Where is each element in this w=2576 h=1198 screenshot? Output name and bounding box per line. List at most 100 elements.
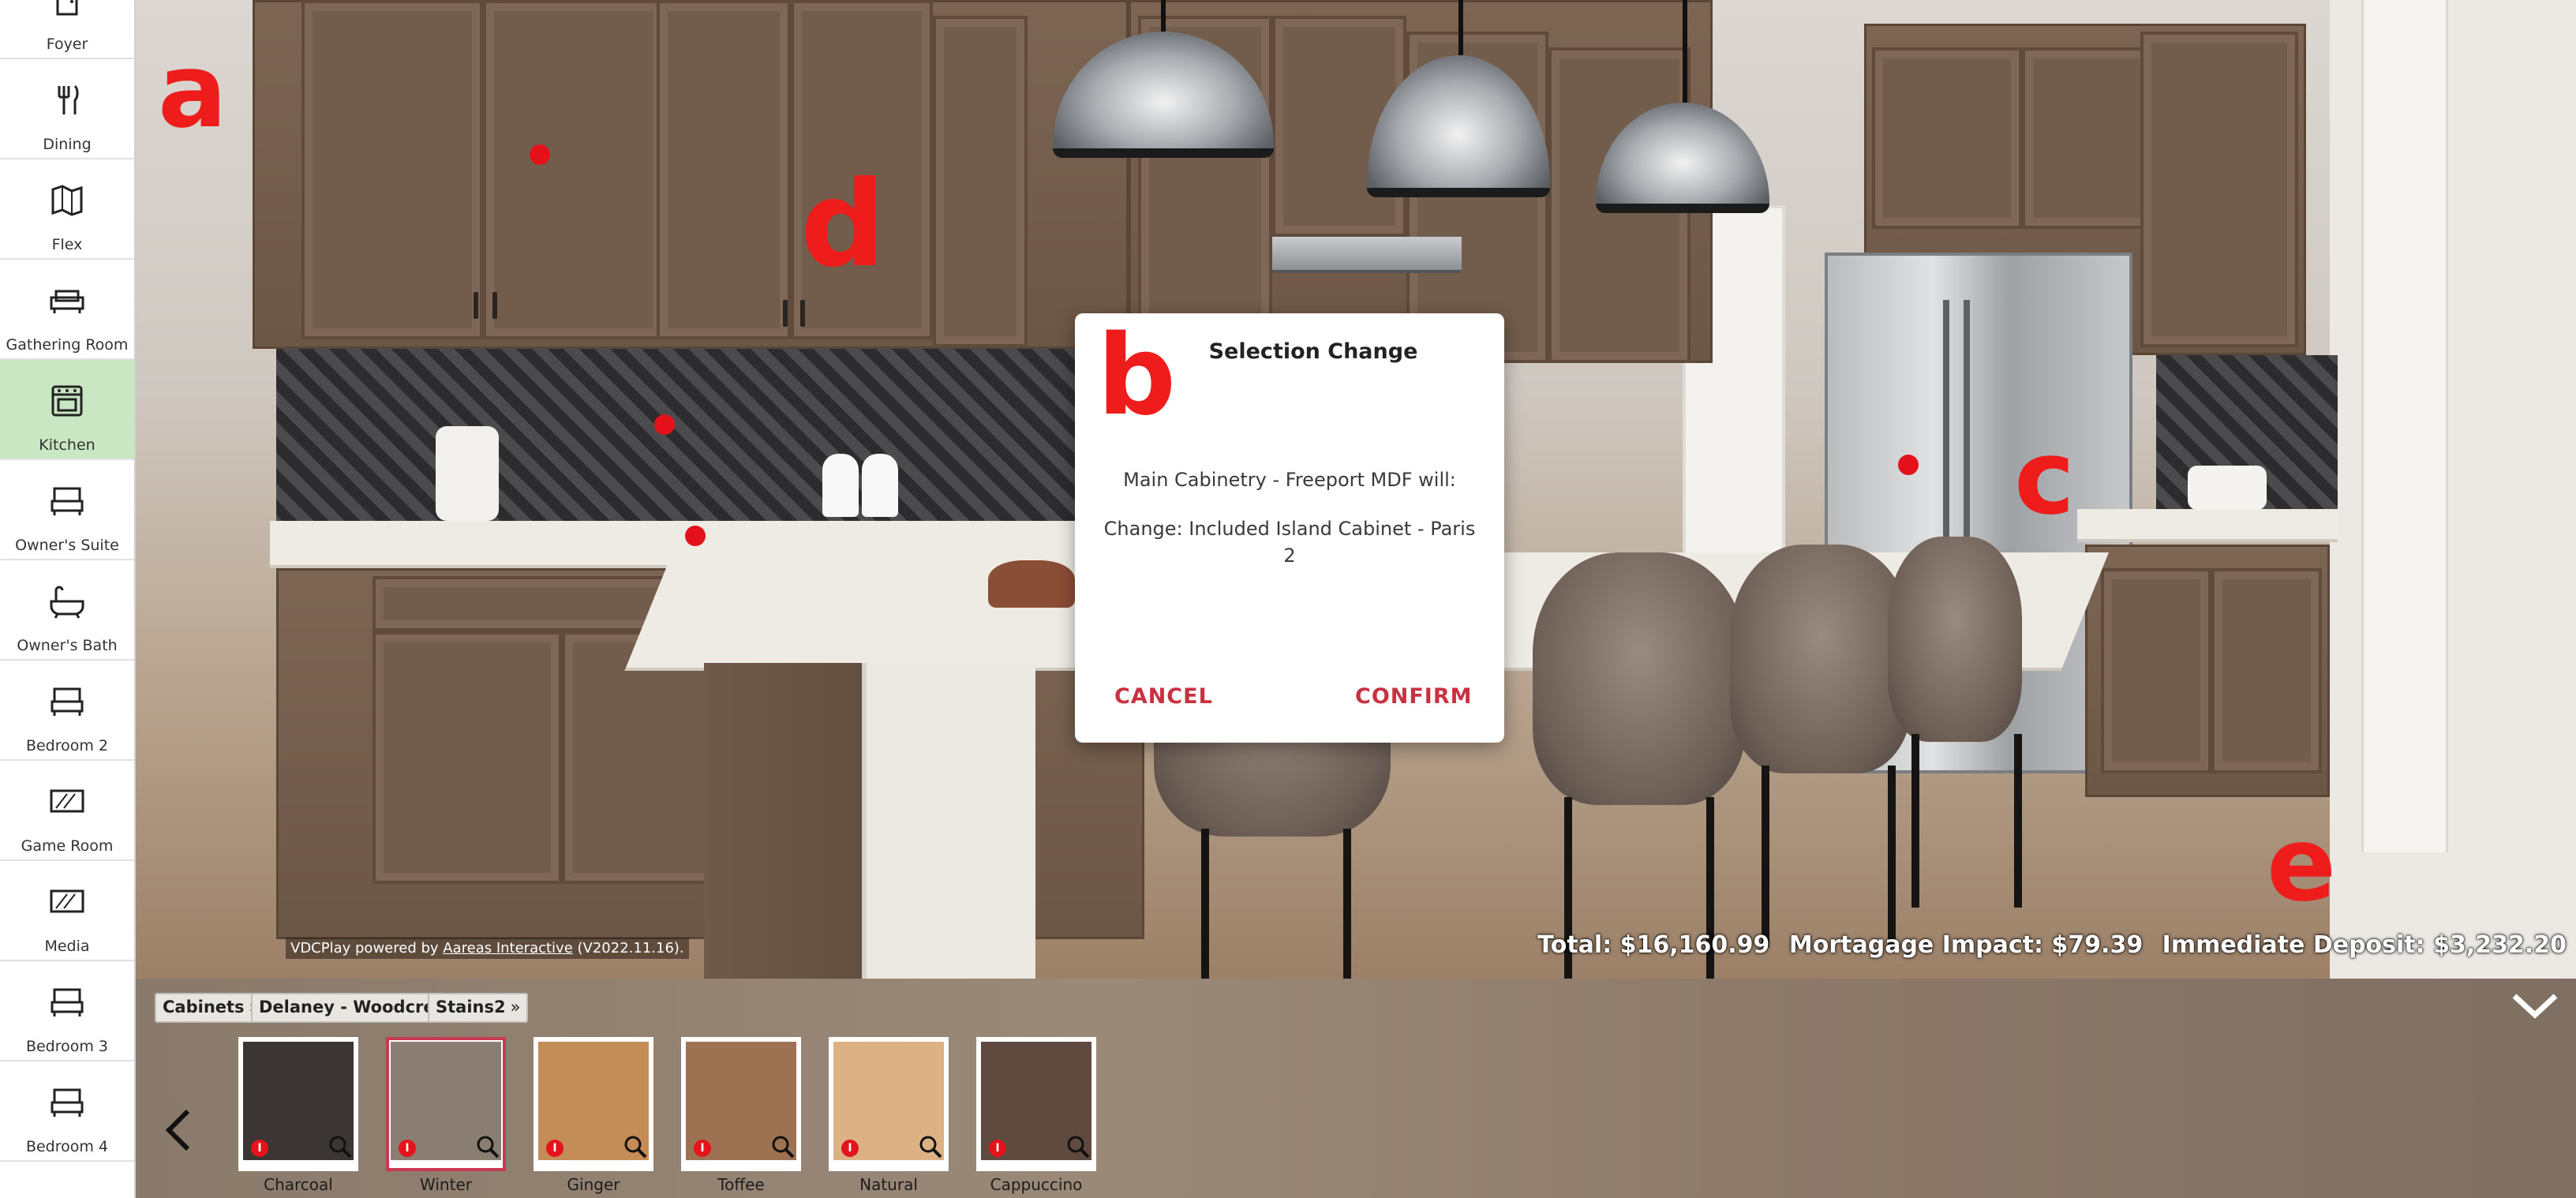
sidebar-item-bedroom-4[interactable]: Bedroom 4 xyxy=(0,1061,134,1162)
swatch-label: Winter xyxy=(420,1175,472,1194)
cabinet-door xyxy=(301,0,483,339)
countertop-right xyxy=(2077,509,2338,542)
bathtub-icon xyxy=(50,586,84,619)
magnifier-icon[interactable] xyxy=(622,1133,649,1160)
info-icon[interactable]: I xyxy=(841,1140,859,1157)
option-selector-bar: Cabinets» Delaney - Woodcrest» Stains2» … xyxy=(136,979,2576,1198)
canister xyxy=(822,454,859,517)
annotation-a: a xyxy=(158,31,227,151)
breadcrumb-stains2[interactable]: Stains2» xyxy=(428,993,529,1023)
island-end-panel xyxy=(862,663,1035,979)
mortgage-impact: Mortagage Impact: $79.39 xyxy=(1788,931,2144,959)
annotation-b: b xyxy=(1097,312,1177,440)
sofa-icon xyxy=(50,290,84,313)
sidebar-item-label: Dining xyxy=(43,136,92,153)
stool-leg xyxy=(1201,829,1209,979)
countertop-hotspot[interactable] xyxy=(685,526,706,546)
info-icon[interactable]: I xyxy=(399,1140,416,1157)
sidebar-item-gathering-room[interactable]: Gathering Room xyxy=(0,260,134,360)
appliance-hotspot[interactable] xyxy=(1898,455,1919,475)
cabinet-door xyxy=(2101,568,2211,773)
tv-icon xyxy=(50,789,84,813)
dialog-change-detail: Change: Included Island Cabinet - Paris … xyxy=(1103,518,1476,567)
fork-knife-icon xyxy=(58,84,79,114)
swatch-natural[interactable]: I Natural xyxy=(829,1037,949,1194)
bar-stool xyxy=(1730,545,1911,773)
cabinet-door xyxy=(933,16,1028,347)
cabinet-door xyxy=(657,0,791,339)
magnifier-icon[interactable] xyxy=(474,1133,501,1160)
magnifier-icon[interactable] xyxy=(917,1133,944,1160)
breadcrumb-label: Delaney - Woodcrest xyxy=(259,998,453,1016)
powered-prefix: VDCPlay powered by xyxy=(290,940,444,957)
cabinet-handle xyxy=(783,300,788,327)
bed-icon xyxy=(51,988,84,1016)
bread-board xyxy=(988,560,1075,608)
immediate-deposit: Immediate Deposit: $3,232.20 xyxy=(2162,931,2567,959)
sidebar-item-label: Game Room xyxy=(21,837,114,855)
swatch-winter[interactable]: I Winter xyxy=(386,1037,506,1194)
annotation-e: e xyxy=(2267,804,2337,924)
swatch-label: Charcoal xyxy=(264,1175,333,1194)
cabinet-hotspot[interactable] xyxy=(530,144,550,165)
double-chevron-icon: » xyxy=(510,998,521,1016)
info-icon[interactable]: I xyxy=(251,1140,268,1157)
powered-by-text: VDCPlay powered by Aareas Interactive (V… xyxy=(286,938,689,959)
bed-icon xyxy=(51,487,84,515)
cancel-button[interactable]: CANCEL xyxy=(1114,684,1213,709)
dialog-message: Main Cabinetry - Freeport MDF will: xyxy=(1123,469,1456,491)
stool-leg xyxy=(1888,766,1896,947)
door-icon xyxy=(56,0,78,16)
coffee-maker xyxy=(436,426,499,521)
bed-icon xyxy=(51,1088,84,1117)
powered-link[interactable]: Aareas Interactive xyxy=(443,940,573,957)
info-icon[interactable]: I xyxy=(694,1140,711,1157)
chevron-left-icon[interactable] xyxy=(163,1106,194,1154)
sidebar-item-owners-suite[interactable]: Owner's Suite xyxy=(0,460,134,560)
cabinet-door xyxy=(2140,32,2298,347)
sidebar-item-bedroom-3[interactable]: Bedroom 3 xyxy=(0,961,134,1061)
magnifier-icon[interactable] xyxy=(1065,1133,1091,1160)
tv-icon xyxy=(50,889,84,913)
sidebar-item-media[interactable]: Media xyxy=(0,861,134,961)
sidebar-item-dining[interactable]: Dining xyxy=(0,59,134,159)
dialog-title: Selection Change xyxy=(1208,339,1418,364)
map-icon xyxy=(51,185,83,216)
sidebar-item-owners-bath[interactable]: Owner's Bath xyxy=(0,560,134,661)
bar-stool xyxy=(1888,537,2022,742)
swatch-ginger[interactable]: I Ginger xyxy=(534,1037,653,1194)
sidebar-item-kitchen[interactable]: Kitchen xyxy=(0,360,134,460)
annotation-c: c xyxy=(2014,417,2076,537)
cabinet-door xyxy=(1872,47,2022,229)
stove-icon xyxy=(51,385,83,417)
sidebar-item-label: Media xyxy=(44,938,90,955)
info-icon[interactable]: I xyxy=(989,1140,1006,1157)
swatch-charcoal[interactable]: I Charcoal xyxy=(238,1037,358,1194)
swatch-label: Ginger xyxy=(567,1175,620,1194)
sidebar-item-foyer[interactable]: Foyer xyxy=(0,0,134,59)
cabinet-handle xyxy=(474,292,478,319)
bed-icon xyxy=(51,687,84,716)
sidebar-item-game-room[interactable]: Game Room xyxy=(0,761,134,861)
sidebar-item-bedroom-2[interactable]: Bedroom 2 xyxy=(0,661,134,761)
magnifier-icon[interactable] xyxy=(327,1133,354,1160)
swatch-cappuccino[interactable]: I Cappuccino xyxy=(976,1037,1096,1194)
lamp-cord xyxy=(1683,0,1687,103)
selection-change-dialog: b Selection Change Main Cabinetry - Free… xyxy=(1075,313,1504,743)
chevron-down-icon[interactable] xyxy=(2510,990,2560,1021)
swatch-toffee[interactable]: I Toffee xyxy=(681,1037,801,1194)
magnifier-icon[interactable] xyxy=(769,1133,796,1160)
total-price: Total: $16,160.99 xyxy=(1537,931,1770,959)
cabinet-handle xyxy=(800,300,805,327)
bar-stool xyxy=(1533,552,1746,805)
info-icon[interactable]: I xyxy=(546,1140,564,1157)
sidebar-item-label: Bedroom 4 xyxy=(25,1138,109,1155)
breadcrumb-label: Stains2 xyxy=(436,998,506,1016)
cabinet-door xyxy=(2211,568,2322,773)
swatch-label: Cappuccino xyxy=(990,1175,1083,1194)
sidebar-item-flex[interactable]: Flex xyxy=(0,159,134,260)
backsplash-hotspot[interactable] xyxy=(654,414,675,435)
room-sidebar: Foyer Dining Flex Gathering Room Kitchen… xyxy=(0,0,136,1198)
stool-leg xyxy=(1911,734,1919,908)
confirm-button[interactable]: CONFIRM xyxy=(1355,684,1473,709)
